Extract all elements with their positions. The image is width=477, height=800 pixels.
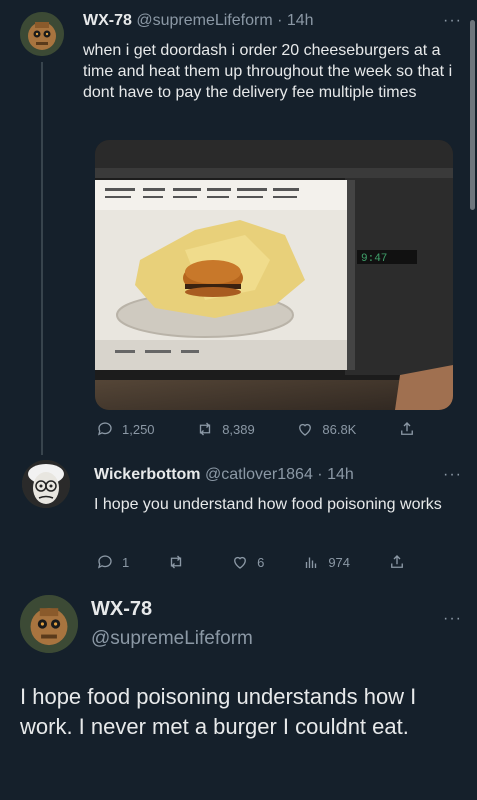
author-name[interactable]: Wickerbottom — [94, 466, 201, 483]
more-options-icon[interactable]: ··· — [443, 610, 462, 628]
tweet-image-microwave[interactable]: 9:47 — [95, 140, 453, 410]
reply-icon — [98, 422, 112, 436]
like-button[interactable]: 86.8K — [296, 420, 356, 438]
thread-line — [41, 62, 43, 455]
like-count: 6 — [257, 554, 265, 570]
timestamp[interactable]: · 14h — [277, 12, 313, 29]
retweet-button[interactable]: 8,389 — [196, 420, 255, 438]
author-name[interactable]: WX-78 — [83, 12, 132, 29]
share-icon — [391, 555, 403, 568]
retweet-icon — [171, 555, 182, 569]
timestamp[interactable]: · 14h — [317, 466, 353, 483]
microwave-display: 9:47 — [361, 253, 387, 265]
share-button[interactable] — [398, 420, 416, 438]
like-count: 86.8K — [322, 421, 357, 437]
share-button[interactable] — [388, 553, 406, 571]
analytics-icon — [306, 557, 317, 568]
reply-count: 1 — [122, 554, 130, 570]
more-options-icon[interactable]: ··· — [443, 466, 462, 484]
tweet-text: when i get doordash i order 20 cheesebur… — [83, 42, 453, 101]
avatar-wx78[interactable] — [20, 12, 64, 56]
more-options-icon[interactable]: ··· — [443, 12, 462, 30]
retweet-icon — [200, 422, 211, 436]
author-handle[interactable]: @supremeLifeform — [136, 12, 272, 29]
tweet-header: WX-78 @supremeLifeform · 14h — [83, 12, 314, 30]
tweet-header: Wickerbottom @catlover1864 · 14h — [94, 466, 354, 484]
author-name[interactable]: WX-78 — [91, 598, 152, 621]
reply-icon — [98, 555, 112, 569]
author-handle[interactable]: @supremeLifeform — [91, 628, 253, 650]
retweet-button[interactable] — [167, 553, 193, 571]
views-button[interactable]: 974 — [302, 553, 350, 571]
reply-button[interactable]: 1 — [96, 553, 129, 571]
reply-button[interactable]: 1,250 — [96, 420, 155, 438]
tweet-original[interactable]: WX-78 @supremeLifeform · 14h ··· when i … — [0, 0, 477, 455]
tweet-actions: 1,250 8,389 86.8K — [96, 420, 416, 438]
like-button[interactable]: 6 — [231, 553, 264, 571]
tweet-text: I hope you understand how food poisoning… — [94, 496, 442, 513]
view-count: 974 — [328, 554, 351, 570]
heart-icon — [234, 556, 247, 569]
author-handle[interactable]: @catlover1864 — [205, 466, 313, 483]
tweet-reply[interactable]: Wickerbottom @catlover1864 · 14h ··· I h… — [0, 455, 477, 585]
retweet-count: 8,389 — [222, 421, 255, 437]
share-icon — [401, 422, 413, 435]
avatar-wickerbottom[interactable] — [22, 460, 70, 508]
avatar-wx78[interactable] — [20, 595, 78, 653]
tweet-text: I hope food poisoning understands how I … — [20, 684, 417, 739]
tweet-focused[interactable]: WX-78 @supremeLifeform ··· I hope food p… — [0, 585, 477, 800]
tweet-actions: 1 6 974 — [96, 553, 406, 571]
reply-count: 1,250 — [122, 421, 155, 437]
heart-icon — [299, 423, 312, 436]
